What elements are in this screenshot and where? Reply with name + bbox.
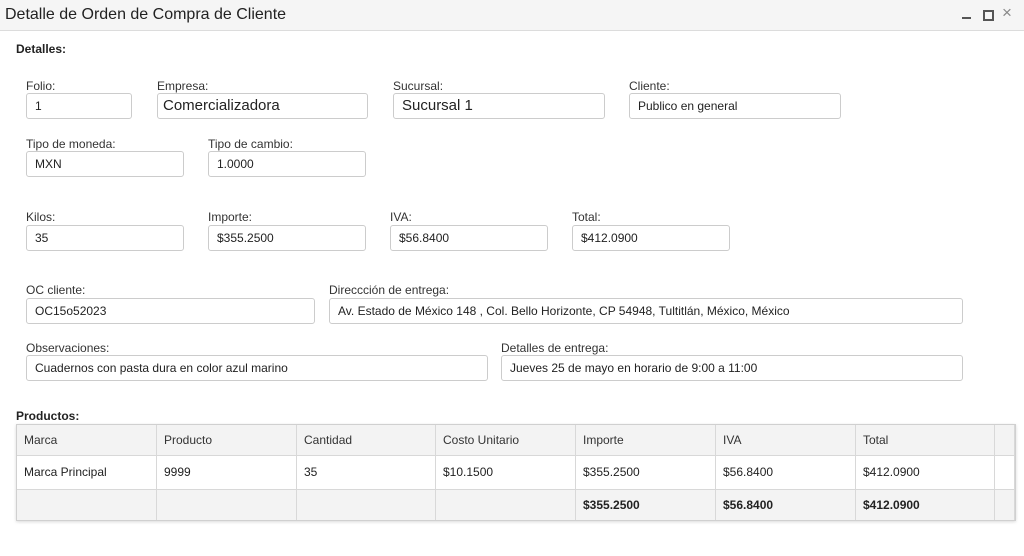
close-icon[interactable]: ×	[1000, 4, 1014, 21]
detalles-entrega-field[interactable]: Jueves 25 de mayo en horario de 9:00 a 1…	[501, 355, 963, 381]
column-header-importe[interactable]: Importe	[576, 425, 716, 455]
tipo-moneda-field[interactable]: MXN	[26, 151, 184, 177]
column-header-producto[interactable]: Producto	[157, 425, 297, 455]
table-row[interactable]: Marca Principal 9999 35 $10.1500 $355.25…	[17, 456, 1015, 490]
cliente-label: Cliente:	[629, 79, 670, 93]
column-header-costo-unitario[interactable]: Costo Unitario	[436, 425, 576, 455]
total-field[interactable]: $412.0900	[572, 225, 730, 251]
total-cell-producto	[157, 490, 297, 520]
total-cell-total: $412.0900	[856, 490, 995, 520]
details-section-label: Detalles:	[16, 42, 67, 56]
folio-field[interactable]: 1	[26, 93, 132, 119]
observaciones-field[interactable]: Cuadernos con pasta dura en color azul m…	[26, 355, 488, 381]
empresa-field[interactable]: Comercializadora	[157, 93, 368, 119]
totals-row: $355.2500 $56.8400 $412.0900	[17, 490, 1015, 520]
observaciones-label: Observaciones:	[26, 341, 110, 355]
importe-label: Importe:	[208, 210, 253, 224]
title-bar[interactable]: Detalle de Orden de Compra de Cliente ×	[0, 0, 1024, 31]
kilos-field[interactable]: 35	[26, 225, 184, 251]
minimize-icon[interactable]	[960, 6, 974, 22]
total-cell-marca	[17, 490, 157, 520]
cell-marca: Marca Principal	[17, 456, 157, 489]
cell-total: $412.0900	[856, 456, 995, 489]
total-label: Total:	[572, 210, 601, 224]
empresa-label: Empresa:	[157, 79, 209, 93]
sucursal-label: Sucursal:	[393, 79, 444, 93]
iva-field[interactable]: $56.8400	[390, 225, 548, 251]
kilos-label: Kilos:	[26, 210, 56, 224]
direccion-entrega-field[interactable]: Av. Estado de México 148 , Col. Bello Ho…	[329, 298, 963, 324]
total-cell-iva: $56.8400	[716, 490, 856, 520]
cell-producto: 9999	[157, 456, 297, 489]
total-cell-cantidad	[297, 490, 436, 520]
total-cell-importe: $355.2500	[576, 490, 716, 520]
tipo-cambio-label: Tipo de cambio:	[208, 137, 293, 151]
products-grid: Marca Producto Cantidad Costo Unitario I…	[16, 424, 1016, 521]
cell-spacer	[995, 456, 1015, 489]
maximize-icon[interactable]	[981, 6, 995, 22]
column-header-iva[interactable]: IVA	[716, 425, 856, 455]
total-cell-spacer	[995, 490, 1015, 520]
oc-cliente-label: OC cliente:	[26, 283, 86, 297]
oc-cliente-field[interactable]: OC15o52023	[26, 298, 315, 324]
column-header-spacer	[995, 425, 1015, 455]
column-header-marca[interactable]: Marca	[17, 425, 157, 455]
window-title: Detalle de Orden de Compra de Cliente	[5, 6, 287, 23]
iva-label: IVA:	[390, 210, 412, 224]
cell-cantidad: 35	[297, 456, 436, 489]
cell-costo-unitario: $10.1500	[436, 456, 576, 489]
total-cell-costo-unitario	[436, 490, 576, 520]
order-detail-window: Detalle de Orden de Compra de Cliente × …	[0, 0, 1024, 556]
direccion-entrega-label: Direccción de entrega:	[329, 283, 450, 297]
grid-header-row: Marca Producto Cantidad Costo Unitario I…	[17, 425, 1015, 456]
cell-importe: $355.2500	[576, 456, 716, 489]
folio-label: Folio:	[26, 79, 56, 93]
products-section-label: Productos:	[16, 409, 80, 423]
tipo-cambio-field[interactable]: 1.0000	[208, 151, 366, 177]
tipo-moneda-label: Tipo de moneda:	[26, 137, 116, 151]
column-header-total[interactable]: Total	[856, 425, 995, 455]
cell-iva: $56.8400	[716, 456, 856, 489]
sucursal-field[interactable]: Sucursal 1	[393, 93, 605, 119]
detalles-entrega-label: Detalles de entrega:	[501, 341, 609, 355]
importe-field[interactable]: $355.2500	[208, 225, 366, 251]
cliente-field[interactable]: Publico en general	[629, 93, 841, 119]
column-header-cantidad[interactable]: Cantidad	[297, 425, 436, 455]
